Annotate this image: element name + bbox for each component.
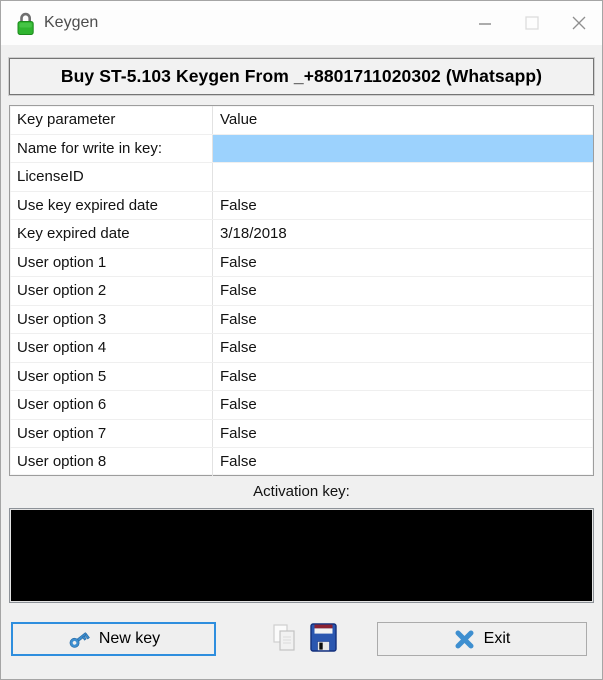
table-row[interactable]: User option 4 False xyxy=(10,334,593,363)
param-cell: User option 4 xyxy=(10,334,213,362)
value-cell[interactable]: False xyxy=(213,249,593,277)
minimize-button[interactable] xyxy=(461,1,508,45)
param-cell: User option 1 xyxy=(10,248,213,276)
param-cell: Name for write in key: xyxy=(10,134,213,162)
table-row[interactable]: User option 6 False xyxy=(10,391,593,420)
x-icon xyxy=(455,630,474,648)
new-key-label: New key xyxy=(98,630,161,647)
exit-button[interactable]: Exit xyxy=(377,622,587,656)
table-row[interactable]: User option 2 False xyxy=(10,277,593,306)
copy-icon xyxy=(273,624,295,651)
floppy-save-icon xyxy=(310,623,337,652)
column-header-value: Value xyxy=(220,111,258,129)
minimize-icon xyxy=(478,23,491,25)
table-row[interactable]: Key expired date 3/18/2018 xyxy=(10,220,593,249)
maximize-icon xyxy=(524,16,539,30)
key-parameter-grid: Key parameter Value Name for write in ke… xyxy=(9,105,594,477)
value-cell[interactable] xyxy=(213,163,593,191)
table-row[interactable]: User option 7 False xyxy=(10,419,593,448)
save-button[interactable] xyxy=(310,623,337,657)
new-key-button[interactable]: New key xyxy=(11,622,216,656)
close-icon xyxy=(572,16,585,30)
close-button[interactable] xyxy=(555,1,602,45)
grid-header-row: Key parameter Value xyxy=(10,106,593,135)
table-row[interactable]: User option 8 False xyxy=(10,448,593,477)
value-cell[interactable]: False xyxy=(213,192,593,220)
param-cell: LicenseID xyxy=(10,163,213,191)
param-cell: User option 7 xyxy=(10,419,213,447)
table-row[interactable]: LicenseID xyxy=(10,163,593,192)
param-cell: User option 8 xyxy=(10,448,213,476)
table-row[interactable]: User option 5 False xyxy=(10,362,593,391)
keygen-window: Keygen Buy ST-5.103 Keygen From _+880171… xyxy=(0,0,603,680)
activation-key-label: Activation key: xyxy=(253,483,350,500)
value-cell[interactable]: False xyxy=(213,363,593,391)
value-cell[interactable]: False xyxy=(213,420,593,448)
copy-button[interactable] xyxy=(270,623,298,658)
window-title: Keygen xyxy=(44,14,99,31)
table-row[interactable]: Use key expired date False xyxy=(10,191,593,220)
param-cell: User option 2 xyxy=(10,277,213,305)
table-row[interactable]: Name for write in key: xyxy=(10,134,593,163)
buy-keygen-banner[interactable]: Buy ST-5.103 Keygen From _+8801711020302… xyxy=(9,58,594,95)
column-header-key-parameter: Key parameter xyxy=(10,106,213,134)
table-row[interactable]: User option 1 False xyxy=(10,248,593,277)
value-cell[interactable]: False xyxy=(213,306,593,334)
value-cell-selected[interactable] xyxy=(213,134,593,162)
key-icon xyxy=(69,631,90,648)
value-cell[interactable]: False xyxy=(213,448,593,476)
exit-label: Exit xyxy=(483,630,511,647)
param-cell: User option 3 xyxy=(10,305,213,333)
titlebar[interactable]: Keygen xyxy=(1,1,602,45)
value-cell[interactable]: False xyxy=(213,277,593,305)
param-cell: User option 5 xyxy=(10,362,213,390)
value-cell[interactable]: 3/18/2018 xyxy=(213,220,593,248)
param-cell: User option 6 xyxy=(10,391,213,419)
param-cell: Key expired date xyxy=(10,220,213,248)
maximize-button[interactable] xyxy=(508,1,555,45)
value-cell[interactable]: False xyxy=(213,391,593,419)
green-lock-icon xyxy=(16,11,35,36)
param-cell: Use key expired date xyxy=(10,191,213,219)
activation-key-textarea[interactable] xyxy=(9,508,594,603)
value-cell[interactable]: False xyxy=(213,334,593,362)
table-row[interactable]: User option 3 False xyxy=(10,305,593,334)
